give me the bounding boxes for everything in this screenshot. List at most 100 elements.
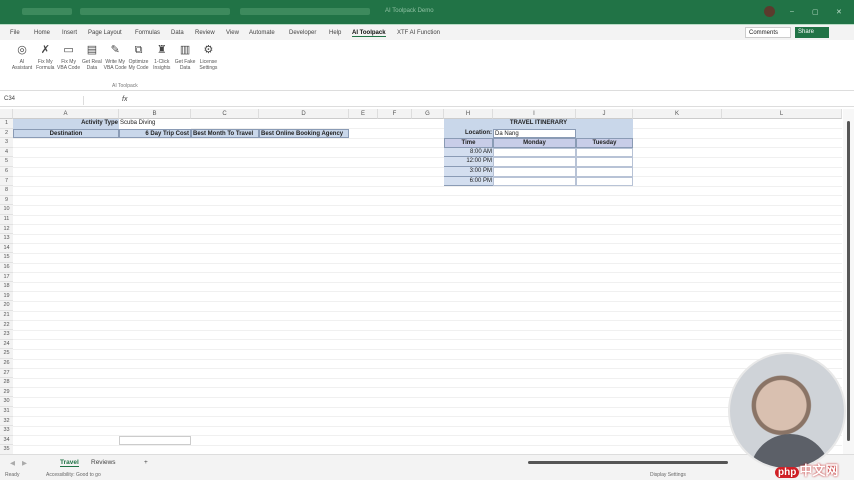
row-header[interactable]: 14 xyxy=(0,243,13,254)
cell-H2[interactable]: Location: xyxy=(444,128,493,139)
row-header[interactable]: 9 xyxy=(0,195,13,206)
column-header-E[interactable]: E xyxy=(349,109,378,119)
row-header[interactable]: 35 xyxy=(0,445,13,454)
column-header-K[interactable]: K xyxy=(633,109,722,119)
cell-I3[interactable]: Monday xyxy=(493,138,576,148)
row-header[interactable]: 30 xyxy=(0,397,13,407)
tab-review[interactable]: Review xyxy=(195,30,215,36)
column-header-A[interactable]: A xyxy=(13,109,119,119)
spreadsheet-grid[interactable]: A B C D E F G H I J K L 1 2 3 4 5 6 7 8 9 10 11 12 13 14 15 16 17 18 1… xyxy=(0,109,842,454)
row-header[interactable]: 27 xyxy=(0,368,13,379)
cell-H6[interactable]: 3:00 PM xyxy=(444,167,493,177)
horizontal-scrollbar[interactable] xyxy=(528,461,728,464)
column-header-C[interactable]: C xyxy=(191,109,259,119)
cell-H7[interactable]: 6:00 PM xyxy=(444,176,493,187)
row-header[interactable]: 2 xyxy=(0,128,13,139)
row-header[interactable]: 26 xyxy=(0,359,13,369)
row-header[interactable]: 24 xyxy=(0,339,13,350)
row-header[interactable]: 3 xyxy=(0,138,13,148)
row-header[interactable]: 10 xyxy=(0,205,13,215)
sheet-tab-travel[interactable]: Travel xyxy=(60,459,79,467)
row-header[interactable]: 31 xyxy=(0,407,13,417)
column-header-D[interactable]: D xyxy=(259,109,349,119)
ribbon-button-optimize[interactable]: ⧉ Optimize My Code xyxy=(126,44,152,71)
cell-J2[interactable] xyxy=(576,128,633,139)
row-header[interactable]: 29 xyxy=(0,387,13,398)
row-header[interactable]: 18 xyxy=(0,282,13,292)
cell-A2[interactable]: Destination xyxy=(13,128,119,139)
cell-B1[interactable]: Scuba Diving xyxy=(119,119,191,129)
column-header-F[interactable]: F xyxy=(378,109,412,119)
row-header[interactable]: 6 xyxy=(0,167,13,177)
column-header-H[interactable]: H xyxy=(444,109,493,119)
row-header[interactable]: 34 xyxy=(0,435,13,446)
cell-H4[interactable]: 8:00 AM xyxy=(444,147,493,158)
cell-A1[interactable]: Activity Type xyxy=(13,119,119,129)
row-header[interactable]: 32 xyxy=(0,416,13,427)
ribbon-button-vba[interactable]: ▭ Fix My VBA Code xyxy=(56,44,82,71)
row-header[interactable]: 25 xyxy=(0,349,13,359)
prev-sheet-icon[interactable]: ◀ xyxy=(10,459,15,467)
row-header[interactable]: 16 xyxy=(0,263,13,273)
tab-insert[interactable]: Insert xyxy=(62,30,77,36)
cell-I6[interactable] xyxy=(493,167,576,177)
next-sheet-icon[interactable]: ▶ xyxy=(22,459,27,467)
tab-developer[interactable]: Developer xyxy=(289,30,316,36)
row-header[interactable]: 12 xyxy=(0,224,13,235)
scroll-thumb[interactable] xyxy=(847,121,850,441)
formula-input[interactable] xyxy=(140,96,840,105)
minimize-icon[interactable]: – xyxy=(790,8,794,15)
row-header[interactable]: 33 xyxy=(0,426,13,436)
cell-I7[interactable] xyxy=(493,176,576,187)
row-header[interactable]: 5 xyxy=(0,157,13,167)
row-header[interactable]: 23 xyxy=(0,330,13,340)
column-header-J[interactable]: J xyxy=(576,109,633,119)
maximize-icon[interactable]: ▢ xyxy=(812,8,819,16)
tab-data[interactable]: Data xyxy=(171,30,184,36)
row-header[interactable]: 7 xyxy=(0,176,13,187)
quick-access-toolbar[interactable] xyxy=(80,8,230,15)
close-icon[interactable]: ✕ xyxy=(836,8,842,16)
quick-access-toolbar-2[interactable] xyxy=(240,8,370,15)
tab-home[interactable]: Home xyxy=(34,30,50,36)
cell-B2[interactable]: 6 Day Trip Cost xyxy=(119,128,191,139)
cell-I2[interactable]: Da Nang xyxy=(493,128,576,139)
comments-button[interactable]: Comments xyxy=(745,27,791,38)
ribbon-button-robot[interactable]: ♜ 1-Click Insights xyxy=(149,44,175,71)
display-settings[interactable]: Display Settings xyxy=(650,472,686,478)
user-avatar[interactable] xyxy=(764,6,775,17)
column-header-G[interactable]: G xyxy=(412,109,444,119)
cell-J4[interactable] xyxy=(576,147,633,158)
cell-H5[interactable]: 12:00 PM xyxy=(444,157,493,167)
tab-automate[interactable]: Automate xyxy=(249,30,275,36)
function-icon[interactable]: fx xyxy=(122,96,127,103)
row-header[interactable]: 28 xyxy=(0,378,13,388)
ribbon-button-real-data[interactable]: ▤ Get Real Data xyxy=(79,44,105,71)
name-box[interactable]: C34 xyxy=(4,96,84,105)
cell-I4[interactable] xyxy=(493,147,576,158)
row-header[interactable]: 22 xyxy=(0,320,13,331)
tab-xtf-ai-function[interactable]: XTF AI Function xyxy=(397,30,440,36)
row-header[interactable]: 21 xyxy=(0,311,13,321)
cell-C2[interactable]: Best Month To Travel xyxy=(191,128,259,139)
select-all-corner[interactable] xyxy=(0,109,13,119)
ribbon-button-fix-formula[interactable]: ✗ Fix My Formula xyxy=(32,44,58,71)
add-sheet-button[interactable]: + xyxy=(144,459,148,466)
cell-D2[interactable]: Best Online Booking Agency xyxy=(259,128,349,139)
tab-formulas[interactable]: Formulas xyxy=(135,30,160,36)
sheet-tab-reviews[interactable]: Reviews xyxy=(91,459,116,466)
share-button[interactable]: Share xyxy=(795,27,829,38)
cell-J3[interactable]: Tuesday xyxy=(576,138,633,148)
tab-view[interactable]: View xyxy=(226,30,239,36)
cell-H3[interactable]: Time xyxy=(444,138,493,148)
column-header-B[interactable]: B xyxy=(119,109,191,119)
row-header[interactable]: 20 xyxy=(0,301,13,311)
ribbon-button-gear[interactable]: ⚙ License Settings xyxy=(195,44,221,71)
cell-H1[interactable]: TRAVEL ITINERARY xyxy=(444,119,633,129)
column-header-I[interactable]: I xyxy=(493,109,576,119)
ribbon-button-fake-data[interactable]: ▥ Get Fake Data xyxy=(172,44,198,71)
cell-J7[interactable] xyxy=(576,176,633,187)
accessibility-status[interactable]: Accessibility: Good to go xyxy=(46,472,101,478)
row-header[interactable]: 15 xyxy=(0,253,13,263)
cell-J6[interactable] xyxy=(576,167,633,177)
